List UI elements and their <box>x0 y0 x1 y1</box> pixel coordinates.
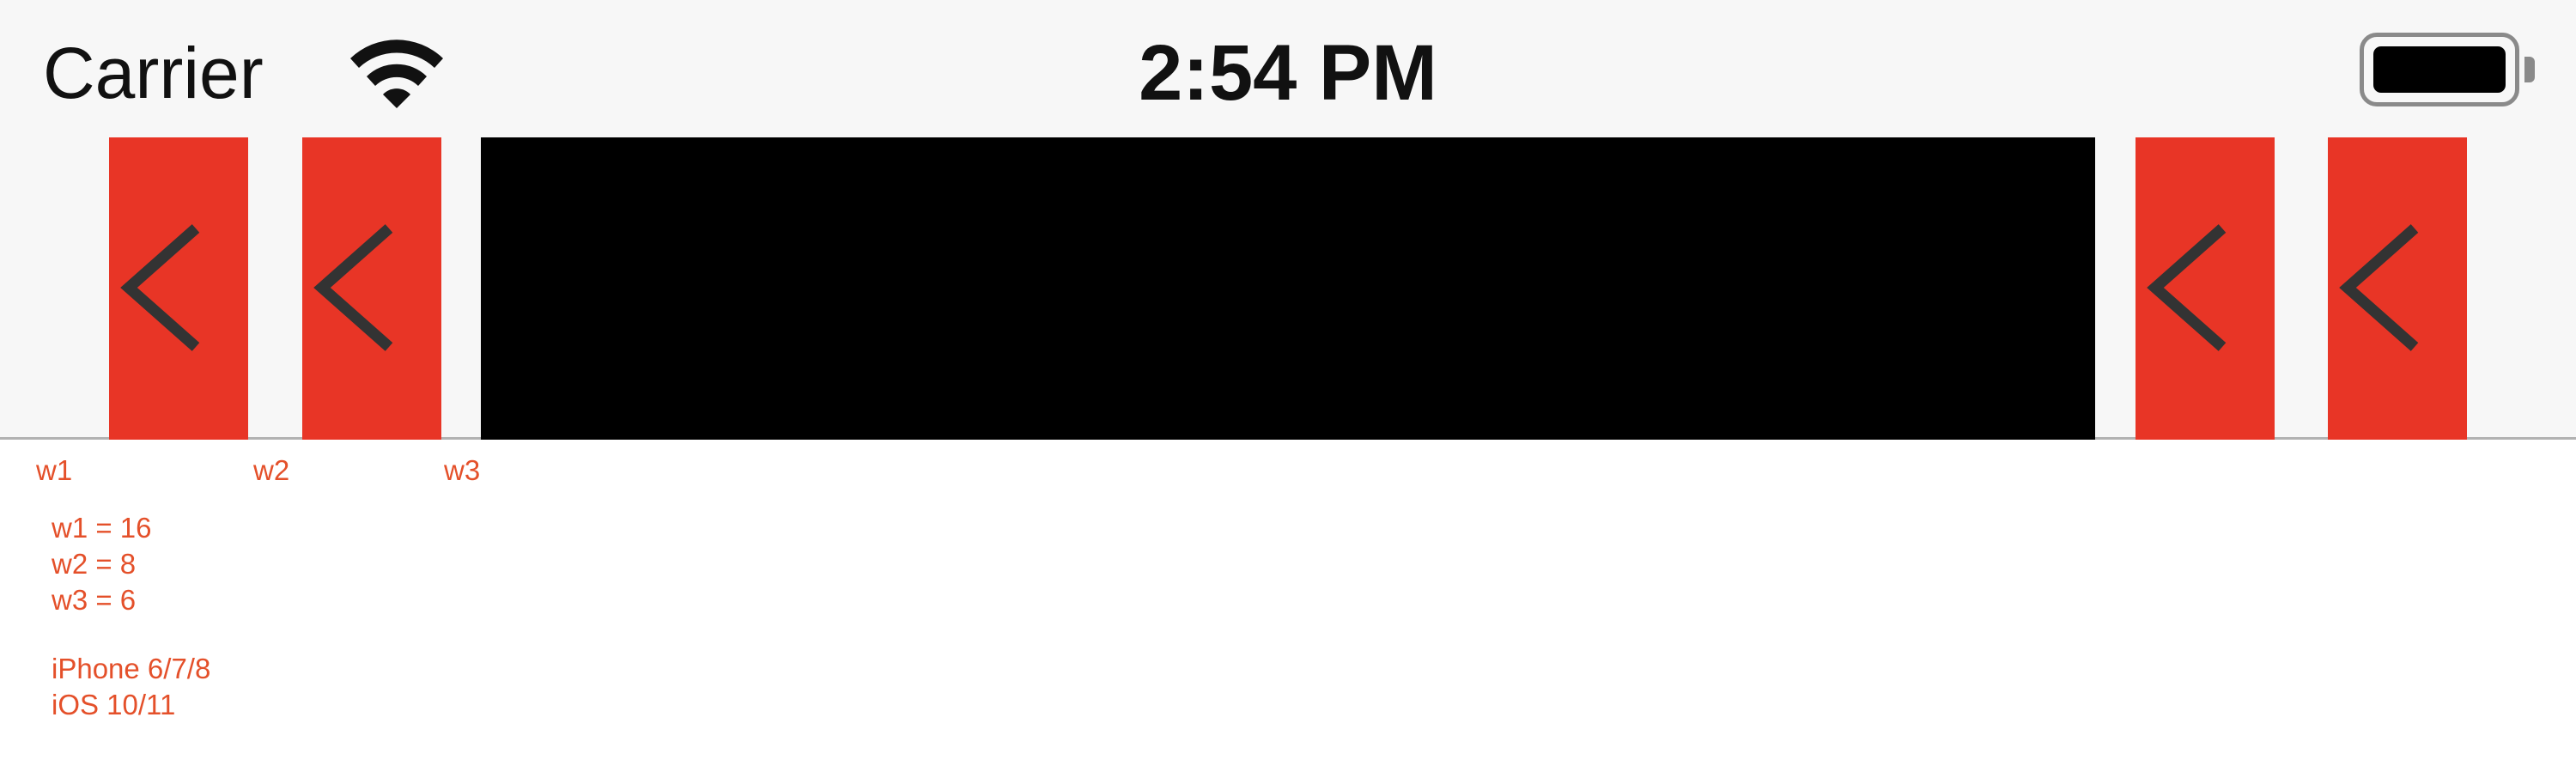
navigation-bar: Carrier 2:54 PM <box>0 0 2576 440</box>
os-label: iOS 10/11 <box>52 689 176 720</box>
right-bar-button-1[interactable] <box>2136 137 2275 440</box>
note-spacer <box>52 618 210 651</box>
right-bar-button-2[interactable] <box>2328 137 2467 440</box>
left-bar-button-2[interactable] <box>302 137 441 440</box>
chevron-left-icon <box>2339 224 2419 351</box>
note-w1: w1 = 16 <box>52 512 152 544</box>
chevron-left-icon <box>313 224 393 351</box>
measurement-notes: w1 = 16 w2 = 8 w3 = 6 iPhone 6/7/8 iOS 1… <box>52 510 210 723</box>
status-time: 2:54 PM <box>1139 29 1437 117</box>
battery-tip <box>2524 57 2535 82</box>
note-w3: w3 = 6 <box>52 584 137 616</box>
battery-icon <box>2360 33 2519 106</box>
chevron-left-icon <box>2147 224 2227 351</box>
note-w2: w2 = 8 <box>52 548 137 580</box>
width-label-w3: w3 <box>444 454 481 486</box>
width-label-w2: w2 <box>253 454 290 486</box>
left-bar-button-1[interactable] <box>109 137 248 440</box>
app-screen: Carrier 2:54 PM w1 w2 w3 w1 = 16 w2 = 8 … <box>0 0 2576 778</box>
device-label: iPhone 6/7/8 <box>52 653 211 684</box>
chevron-left-icon <box>120 224 200 351</box>
title-view <box>481 137 2095 440</box>
battery-level <box>2373 46 2506 93</box>
width-label-w1: w1 <box>36 454 73 486</box>
